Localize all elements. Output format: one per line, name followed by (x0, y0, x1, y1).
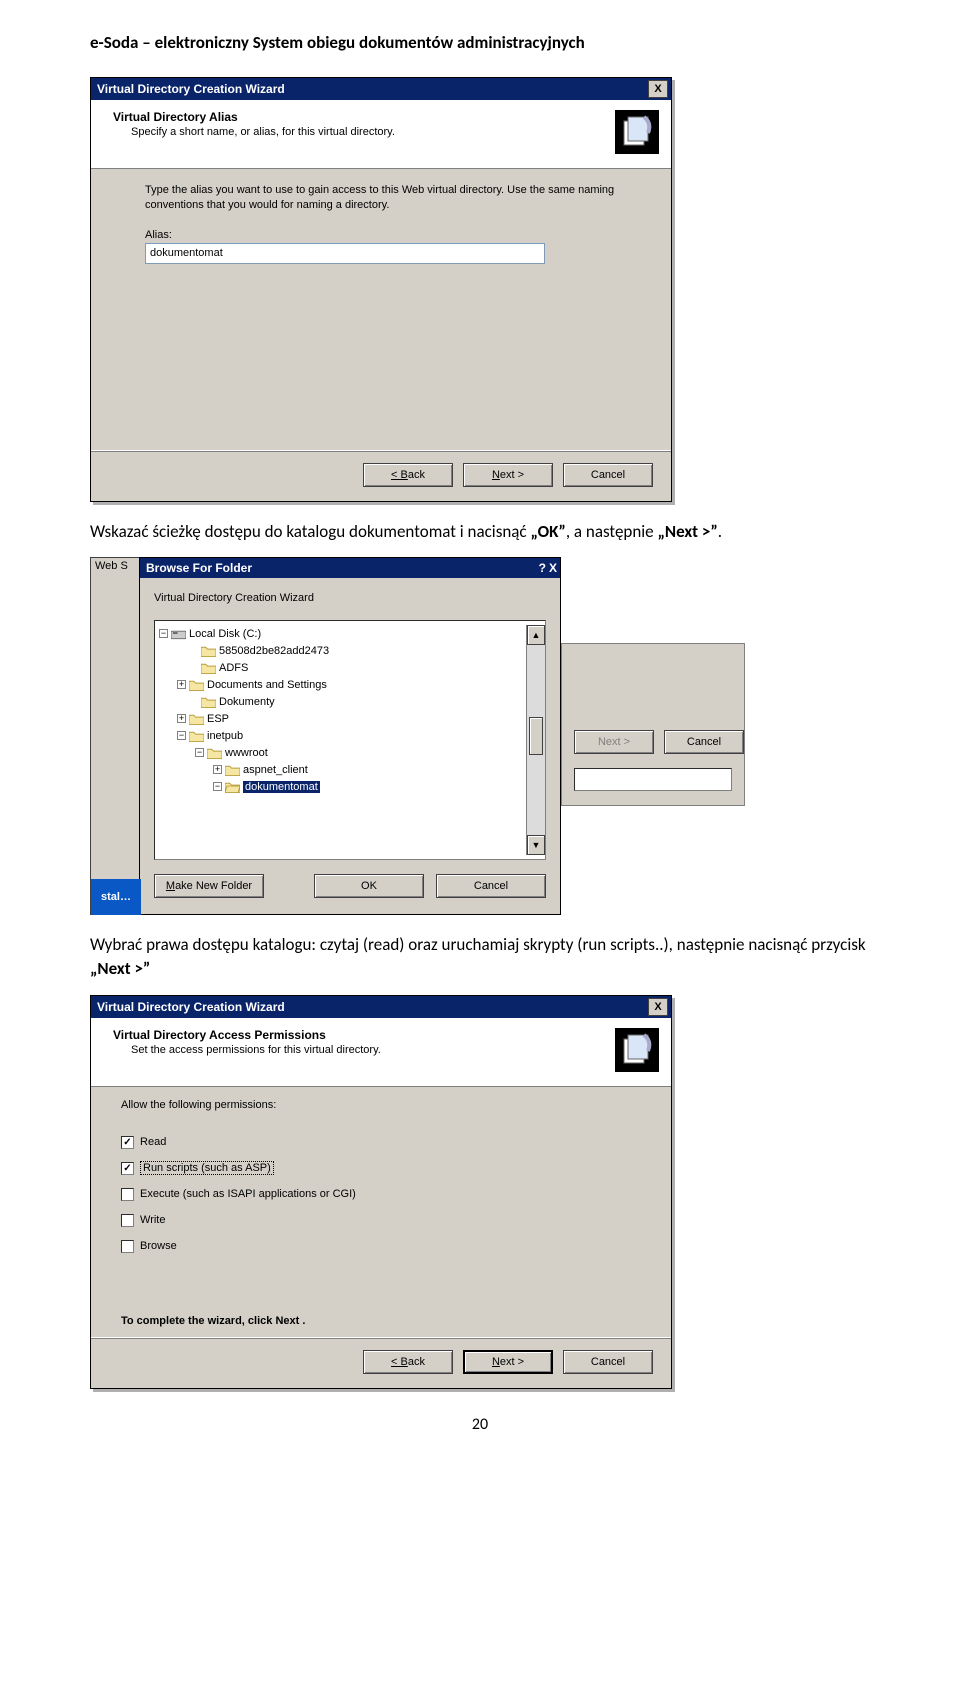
doc-paragraph-1: Wskazać ścieżkę dostępu do katalogu doku… (90, 520, 870, 544)
browse-caption: Virtual Directory Creation Wizard (154, 592, 546, 604)
dialog-body: Allow the following permissions: ✓ Read … (91, 1087, 671, 1337)
alias-label: Alias: (145, 229, 641, 241)
alias-input[interactable] (145, 243, 545, 264)
next-button[interactable]: Next > (463, 463, 553, 487)
folder-icon (201, 696, 216, 708)
help-icon[interactable]: ? (539, 561, 546, 575)
folder-tree[interactable]: −Local Disk (C:) 58508d2be82add2473 ADFS… (154, 620, 546, 860)
tree-row[interactable]: 58508d2be82add2473 (155, 642, 526, 659)
taskbar-fragment: stal… (91, 879, 141, 915)
close-icon[interactable]: X (648, 80, 668, 98)
back-button[interactable]: < Back (363, 463, 453, 487)
wizard-permissions-dialog: Virtual Directory Creation Wizard X Virt… (90, 995, 672, 1389)
folder-icon (189, 713, 204, 725)
bg-cancel-button[interactable]: Cancel (664, 730, 744, 754)
doc-header: e-Soda – elektroniczny System obiegu dok… (90, 32, 870, 53)
checkbox-icon[interactable] (121, 1240, 134, 1253)
bg-input-stub (574, 768, 732, 791)
tree-row[interactable]: +aspnet_client (155, 761, 526, 778)
disk-icon (171, 628, 186, 640)
dialog-heading: Virtual Directory Access Permissions (113, 1028, 603, 1042)
cancel-button[interactable]: Cancel (563, 1350, 653, 1374)
perm-read[interactable]: ✓ Read (121, 1129, 645, 1155)
tree-row[interactable]: −inetpub (155, 727, 526, 744)
tree-row[interactable]: ADFS (155, 659, 526, 676)
checkbox-checked-icon[interactable]: ✓ (121, 1136, 134, 1149)
make-new-folder-button[interactable]: Make New Folder (154, 874, 264, 898)
dialog-footer: < Back Next > Cancel (91, 450, 671, 501)
close-icon[interactable]: X (549, 561, 557, 575)
perm-browse[interactable]: Browse (121, 1233, 645, 1259)
browse-cluster: Web S stal… Browse For Folder ? X Virtua… (90, 557, 870, 915)
folder-icon (225, 764, 240, 776)
dialog-body: Type the alias you want to use to gain a… (91, 169, 671, 450)
folder-icon (189, 730, 204, 742)
tree-row[interactable]: Dokumenty (155, 693, 526, 710)
ok-button[interactable]: OK (314, 874, 424, 898)
doc-paragraph-2: Wybrać prawa dostępu katalogu: czytaj (r… (90, 933, 870, 981)
titlebar[interactable]: Virtual Directory Creation Wizard X (91, 78, 671, 100)
wizard-icon (615, 1028, 659, 1072)
next-label: N (492, 469, 500, 481)
folder-icon (189, 679, 204, 691)
scroll-down-icon[interactable]: ▼ (527, 835, 545, 855)
dialog-heading: Virtual Directory Alias (113, 110, 603, 124)
next-button[interactable]: Next > (463, 1350, 553, 1374)
tree-row[interactable]: +ESP (155, 710, 526, 727)
dialog-header-band: Virtual Directory Alias Specify a short … (91, 100, 671, 169)
cancel-button[interactable]: Cancel (563, 463, 653, 487)
back-button[interactable]: < Back (363, 1350, 453, 1374)
browse-titlebar[interactable]: Browse For Folder ? X (140, 558, 560, 578)
dialog-subheading: Set the access permissions for this virt… (131, 1044, 603, 1056)
titlebar-text: Virtual Directory Creation Wizard (97, 82, 285, 96)
wizard-icon (615, 110, 659, 154)
allow-label: Allow the following permissions: (121, 1099, 645, 1111)
perm-run-scripts[interactable]: ✓ Run scripts (such as ASP) (121, 1155, 645, 1181)
close-icon[interactable]: X (648, 998, 668, 1016)
back-label: < B (391, 469, 408, 481)
dialog-header-band: Virtual Directory Access Permissions Set… (91, 1018, 671, 1087)
wizard-alias-dialog: Virtual Directory Creation Wizard X Virt… (90, 77, 672, 502)
browse-dialog: Browse For Folder ? X Virtual Directory … (139, 557, 561, 915)
complete-hint: To complete the wizard, click Next . (121, 1315, 645, 1327)
checkbox-checked-icon[interactable]: ✓ (121, 1162, 134, 1175)
folder-icon (201, 662, 216, 674)
titlebar-text: Virtual Directory Creation Wizard (97, 1000, 285, 1014)
perm-execute[interactable]: Execute (such as ISAPI applications or C… (121, 1181, 645, 1207)
dialog-footer: < Back Next > Cancel (91, 1337, 671, 1388)
tree-row-selected[interactable]: −dokumentomat (155, 778, 526, 795)
bg-next-button[interactable]: Next > (574, 730, 654, 754)
background-strip: Web S stal… (90, 557, 139, 915)
checkbox-icon[interactable] (121, 1188, 134, 1201)
tree-row[interactable]: −wwwroot (155, 744, 526, 761)
page-number: 20 (90, 1415, 870, 1434)
perm-write[interactable]: Write (121, 1207, 645, 1233)
folder-icon (201, 645, 216, 657)
tree-row[interactable]: −Local Disk (C:) (155, 625, 526, 642)
instruction-text: Type the alias you want to use to gain a… (145, 183, 641, 213)
checkbox-icon[interactable] (121, 1214, 134, 1227)
background-panel: Next > Cancel (561, 643, 745, 806)
dialog-subheading: Specify a short name, or alias, for this… (131, 126, 603, 138)
tree-row[interactable]: +Documents and Settings (155, 676, 526, 693)
scroll-up-icon[interactable]: ▲ (527, 625, 545, 645)
browse-title-text: Browse For Folder (146, 561, 252, 575)
folder-icon (207, 747, 222, 759)
tree-scrollbar[interactable]: ▲ ▼ (526, 625, 545, 855)
folder-open-icon (225, 781, 240, 793)
cancel-button[interactable]: Cancel (436, 874, 546, 898)
side-label: Web S (95, 560, 128, 572)
scroll-thumb[interactable] (529, 717, 543, 755)
titlebar[interactable]: Virtual Directory Creation Wizard X (91, 996, 671, 1018)
